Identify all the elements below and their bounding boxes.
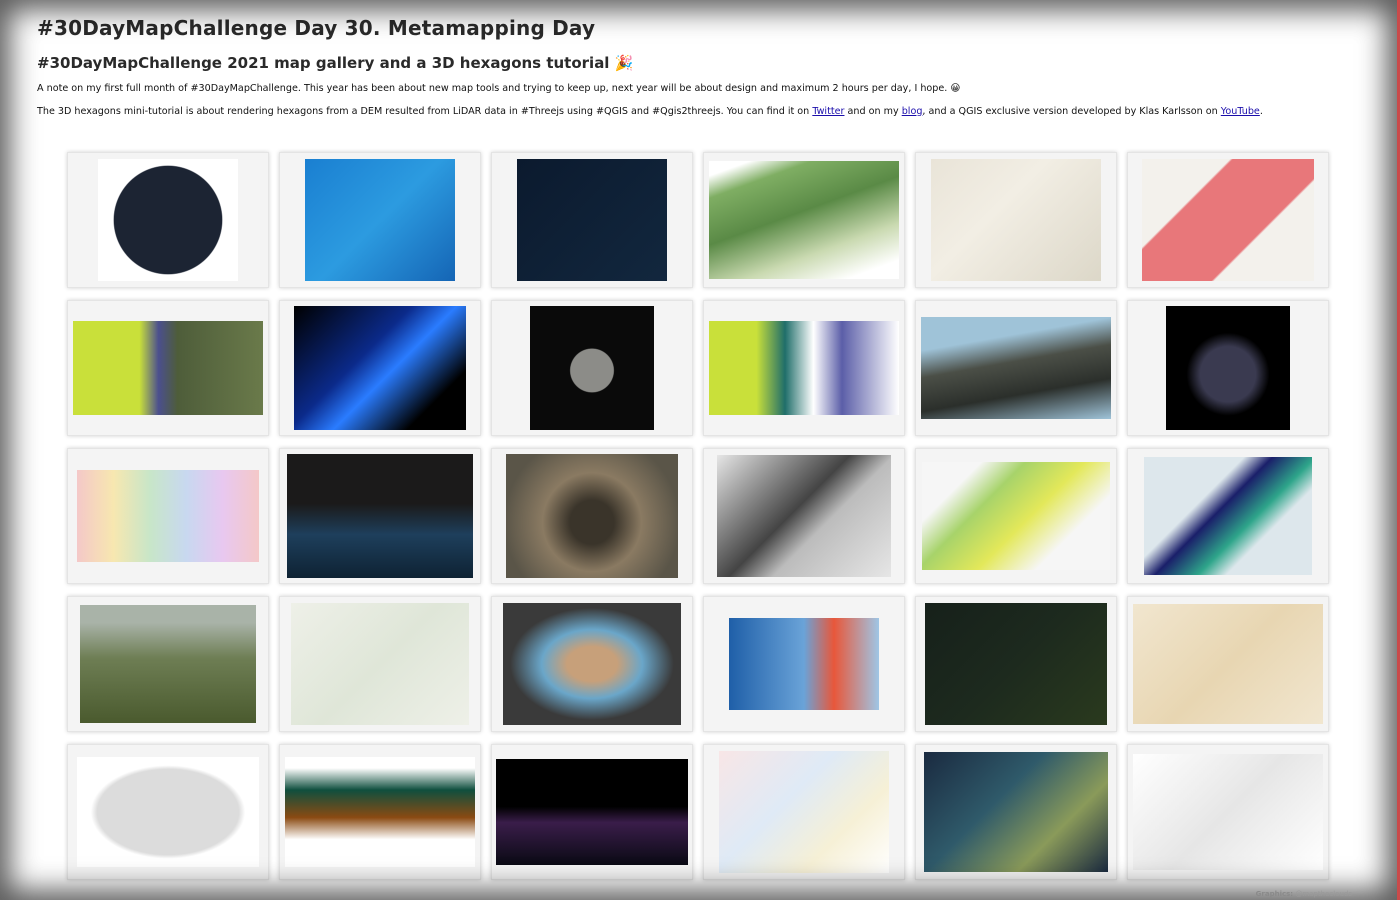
map-thumbnail: [924, 752, 1108, 872]
page-title: #30DayMapChallenge Day 30. Metamapping D…: [37, 16, 596, 40]
map-thumbnail: [1133, 604, 1323, 724]
map-thumbnail: [729, 618, 879, 710]
gallery-card-3d-night-city[interactable]: [279, 448, 481, 584]
gallery-card-black-buildings-city[interactable]: [703, 448, 905, 584]
map-thumbnail: [77, 757, 259, 867]
map-thumbnail: [719, 751, 889, 873]
gallery-card-blue-reservoir[interactable]: [279, 300, 481, 436]
map-thumbnail: [921, 317, 1111, 419]
map-thumbnail: [709, 321, 899, 415]
tutorial-text-3: , and a QGIS exclusive version developed…: [922, 106, 1221, 117]
map-thumbnail: [287, 454, 473, 578]
tutorial-paragraph: The 3D hexagons mini-tutorial is about r…: [37, 106, 1367, 117]
gallery-card-3d-terrain-panels[interactable]: [915, 744, 1117, 880]
map-thumbnail: [80, 605, 256, 723]
gallery-card-aerial-terrain-view[interactable]: [67, 596, 269, 732]
gallery-card-world-dark-maps[interactable]: [491, 744, 693, 880]
gallery-card-moon[interactable]: [491, 300, 693, 436]
tutorial-text-1: The 3D hexagons mini-tutorial is about r…: [37, 106, 813, 117]
map-thumbnail: [922, 462, 1110, 570]
graphics-credit: Graphics: @maptheclouds: [1256, 890, 1352, 898]
gallery-card-historic-map-sepia[interactable]: [1127, 596, 1329, 732]
subtitle-text: #30DayMapChallenge 2021 map gallery and …: [37, 54, 610, 72]
map-thumbnail: [925, 603, 1107, 725]
credit-label: Graphics:: [1255, 890, 1294, 898]
note-paragraph: A note on my first full month of #30DayM…: [37, 83, 961, 94]
gallery-card-gallery-mosaic[interactable]: [1127, 744, 1329, 880]
gallery-card-street-map-city[interactable]: [915, 152, 1117, 288]
map-thumbnail: [931, 159, 1101, 281]
party-icon: 🎉: [614, 54, 634, 72]
map-thumbnail: [1144, 457, 1312, 575]
gallery-card-globe-night-lights[interactable]: [67, 152, 269, 288]
gallery-card-route-map-popup[interactable]: [279, 596, 481, 732]
tutorial-text-2: and on my: [844, 106, 902, 117]
gallery-card-romania-night-dots[interactable]: [915, 596, 1117, 732]
gallery-card-3d-green-mountain[interactable]: [703, 152, 905, 288]
map-thumbnail: [77, 470, 259, 562]
gallery-card-world-choropleth[interactable]: [279, 744, 481, 880]
gallery-card-world-timezones[interactable]: [67, 448, 269, 584]
gallery-card-blue-streams-map[interactable]: [279, 152, 481, 288]
map-thumbnail: [1166, 306, 1290, 430]
tutorial-text-4: .: [1259, 106, 1263, 117]
gallery-card-projection-collage[interactable]: [703, 744, 905, 880]
map-thumbnail: [717, 455, 891, 577]
gallery-card-glowing-globe[interactable]: [1127, 300, 1329, 436]
gallery-card-romania-elevation[interactable]: [491, 596, 693, 732]
gallery-card-dark-urban-blocks[interactable]: [491, 152, 693, 288]
gallery-card-red-dot-density[interactable]: [1127, 152, 1329, 288]
page-header: #30DayMapChallenge Day 30. Metamapping D…: [37, 16, 1367, 117]
map-thumbnail: [503, 603, 681, 725]
map-thumbnail: [1142, 159, 1314, 281]
map-thumbnail: [285, 757, 475, 867]
gallery-card-landcover-3d-tilted[interactable]: [703, 300, 905, 436]
map-thumbnail: [98, 159, 238, 281]
gallery-card-satellite-crater[interactable]: [491, 448, 693, 584]
gallery-card-3d-dark-terrain[interactable]: [915, 300, 1117, 436]
gallery-card-romania-blue-counties[interactable]: [703, 596, 905, 732]
map-thumbnail: [506, 454, 678, 578]
gallery-card-purple-lake-map[interactable]: [1127, 448, 1329, 584]
map-thumbnail: [496, 759, 688, 865]
map-thumbnail: [530, 306, 654, 430]
blog-link[interactable]: blog: [902, 106, 923, 117]
map-thumbnail: [517, 159, 667, 281]
twitter-link[interactable]: Twitter: [812, 106, 844, 117]
page-subtitle: #30DayMapChallenge 2021 map gallery and …: [37, 54, 1367, 72]
gallery-card-landcover-yellow-compare[interactable]: [67, 300, 269, 436]
map-thumbnail: [294, 306, 466, 430]
youtube-link[interactable]: YouTube: [1221, 106, 1260, 117]
map-thumbnail: [1133, 754, 1323, 870]
credit-handle: @maptheclouds: [1295, 890, 1352, 898]
map-thumbnail: [709, 161, 899, 279]
map-thumbnail: [305, 159, 455, 281]
map-thumbnail: [73, 321, 263, 415]
gallery-card-grey-romania-counties[interactable]: [67, 744, 269, 880]
map-thumbnail: [291, 603, 469, 725]
gallery-card-romania-green-choropleth[interactable]: [915, 448, 1117, 584]
map-gallery: [67, 152, 1329, 880]
